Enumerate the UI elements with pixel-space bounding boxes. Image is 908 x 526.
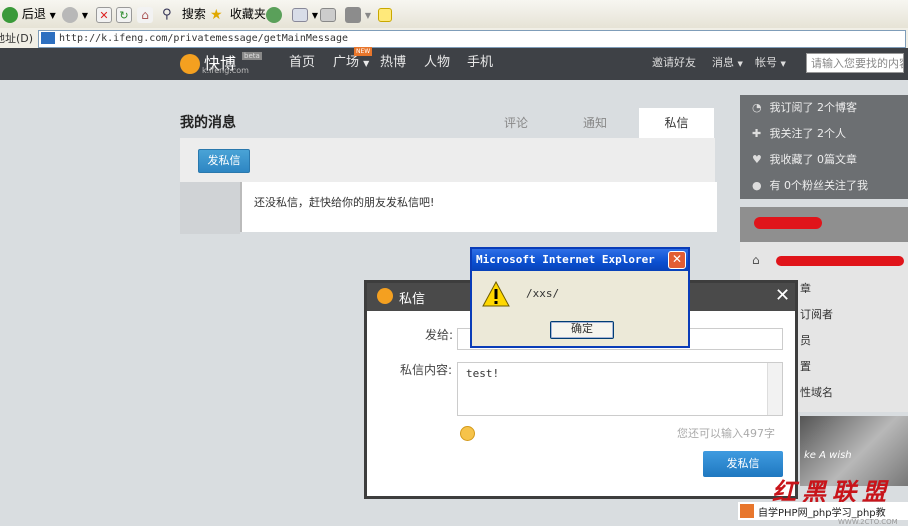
home-icon: ⌂ [137, 6, 153, 23]
empty-message: 还没私信，赶快给你的朋友发私信吧! [254, 196, 435, 209]
edit-button[interactable]: ▼ [345, 5, 371, 23]
alert-title: Microsoft Internet Explorer [472, 249, 688, 271]
toolbar-strip [180, 138, 715, 182]
emoji-icon[interactable] [460, 426, 475, 441]
magnifier-icon: ⚲ [162, 6, 172, 22]
new-message-button[interactable]: 发私信 [198, 149, 250, 173]
stat-following[interactable]: ✚ 我关注了 2个人 [752, 121, 846, 147]
char-counter: 您还可以输入497字 [677, 427, 775, 440]
alert-message: /xxs/ [526, 287, 560, 300]
php-logo-icon [740, 504, 754, 518]
nav-hot[interactable]: 热博 [380, 48, 406, 80]
dialog-title: 私信 [399, 292, 426, 307]
tab-private-messages[interactable]: 私信 [639, 108, 714, 138]
menu-members[interactable]: 员 [800, 332, 811, 348]
content-label: 私信内容: [400, 363, 453, 377]
tab-notifications[interactable]: 通知 [565, 108, 625, 138]
site-search-input[interactable]: 请输入您要找的内容 [806, 53, 904, 73]
back-arrow-icon [2, 6, 18, 23]
address-label: 地址(D) [0, 32, 34, 45]
home-icon: ⌂ [752, 253, 760, 267]
to-label: 发给: [425, 328, 454, 342]
dialog-close-icon[interactable]: ✕ [775, 285, 790, 306]
forward-arrow-icon [62, 6, 78, 23]
chevron-down-icon: ▼ [737, 60, 743, 68]
person-icon: ● [752, 179, 762, 192]
alert-close-icon[interactable]: ✕ [668, 251, 686, 269]
chevron-down-icon: ▼ [363, 59, 370, 68]
url-field[interactable]: http://k.ifeng.com/privatemessage/getMai… [38, 30, 906, 48]
star-icon: ★ [210, 6, 223, 23]
messages-menu[interactable]: 消息 ▼ [712, 48, 743, 80]
stop-icon: ✕ [96, 6, 112, 23]
stat-favorites[interactable]: ♥ 我收藏了 0篇文章 [752, 147, 857, 173]
redacted-username [754, 217, 822, 229]
home-button[interactable]: ⌂ [137, 5, 153, 23]
alert-ok-button[interactable]: 确定 [550, 321, 614, 339]
plus-icon: ✚ [752, 127, 762, 140]
history-icon [266, 6, 282, 23]
menu-articles[interactable]: 章 [800, 280, 811, 296]
print-button[interactable] [320, 5, 336, 23]
menu-settings[interactable]: 置 [800, 358, 811, 374]
menu-domain[interactable]: 性域名 [800, 384, 833, 400]
ifeng-logo-icon [377, 288, 393, 304]
messages-panel: 我的消息 评论 通知 私信 发私信 还没私信，赶快给你的朋友发私信吧! [180, 98, 717, 234]
stat-followers[interactable]: ● 有 0个粉丝关注了我 [752, 173, 868, 199]
menu-subscribers[interactable]: 订阅者 [800, 306, 833, 322]
nav-people[interactable]: 人物 [424, 48, 450, 80]
history-button[interactable] [266, 5, 282, 23]
redacted-link [776, 256, 904, 266]
warning-icon [482, 281, 510, 307]
user-card [740, 207, 908, 242]
ifeng-logo-icon [180, 54, 200, 74]
refresh-icon: ↻ [116, 6, 132, 23]
new-badge: NEW [354, 47, 373, 56]
browser-toolbar: 后退 ▼ ▼ ✕ ↻ ⌂ ⚲ 搜索 ★ 收藏夹 ▼ ▼ [0, 0, 908, 29]
account-menu[interactable]: 帐号 ▼ [755, 48, 786, 80]
rss-icon: ◔ [752, 101, 762, 114]
note-icon [378, 7, 392, 22]
user-stats-panel: ◔ 我订阅了 2个博客 ✚ 我关注了 2个人 ♥ 我收藏了 0篇文章 ● 有 0… [740, 95, 908, 199]
mail-button[interactable]: ▼ [292, 5, 318, 23]
printer-icon [320, 7, 336, 22]
mail-icon [292, 7, 308, 22]
message-textarea[interactable]: test! [457, 362, 783, 416]
refresh-button[interactable]: ↻ [116, 5, 132, 23]
edit-icon [345, 6, 361, 23]
favorites-button[interactable]: ★ 收藏夹 [210, 5, 266, 23]
message-list: 还没私信，赶快给你的朋友发私信吧! [240, 182, 717, 232]
ie-alert-dialog: Microsoft Internet Explorer ✕ /xxs/ 确定 [470, 247, 690, 348]
site-navbar: 快博 beta k.ifeng.com 首页 广场 ▼ NEW 热博 人物 手机… [0, 47, 908, 80]
ie-page-icon [41, 32, 55, 44]
chevron-down-icon: ▼ [780, 60, 786, 68]
page-title: 我的消息 [180, 115, 236, 131]
heart-icon: ♥ [752, 153, 762, 166]
search-button[interactable]: ⚲ 搜索 [162, 5, 206, 23]
textarea-scrollbar[interactable] [767, 363, 782, 415]
back-button[interactable]: 后退 ▼ [2, 5, 56, 23]
nav-home[interactable]: 首页 [289, 48, 315, 80]
avatar-column [180, 182, 240, 234]
stop-button[interactable]: ✕ [96, 5, 112, 23]
forward-button[interactable]: ▼ [62, 5, 88, 23]
watermark: 红黑联盟 自学PHP网_php学习_php教 WWW.2CTO.COM [708, 472, 908, 526]
stat-subscriptions[interactable]: ◔ 我订阅了 2个博客 [752, 95, 857, 121]
nav-mobile[interactable]: 手机 [467, 48, 493, 80]
tab-comments[interactable]: 评论 [486, 108, 546, 138]
messenger-button[interactable] [378, 5, 392, 23]
invite-friends-link[interactable]: 邀请好友 [652, 48, 696, 80]
